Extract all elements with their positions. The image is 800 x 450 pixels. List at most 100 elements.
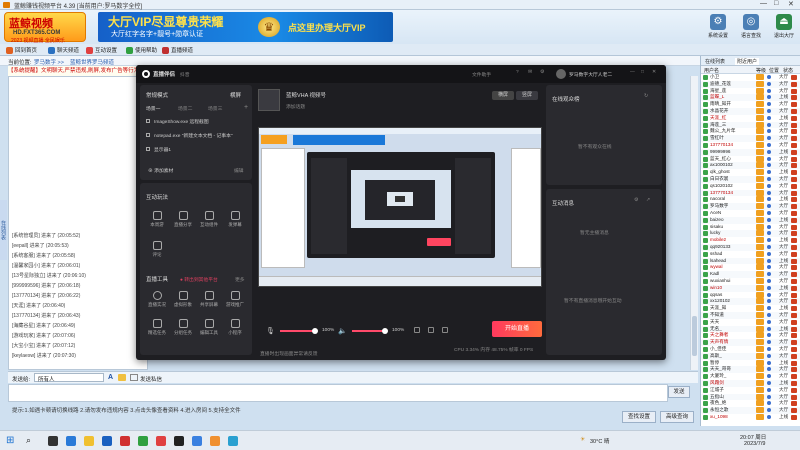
toolbar-chat[interactable]: 聊天频道 bbox=[48, 46, 79, 54]
add-topic-link[interactable]: 添加话题 bbox=[286, 103, 305, 110]
user-row[interactable]: wuxianhui 大厅 bbox=[701, 278, 800, 285]
tool-item[interactable]: 精选任务 bbox=[144, 319, 170, 336]
close-button[interactable]: ✕ bbox=[788, 0, 794, 8]
tool-item[interactable]: 本周游 bbox=[144, 211, 170, 228]
scene-tab-2[interactable]: 场景二 bbox=[178, 105, 192, 112]
user-row[interactable]: 天涯_知 上线 bbox=[701, 305, 800, 312]
banner-cta[interactable]: 点这里办理大厅VIP bbox=[288, 21, 366, 34]
user-row[interactable]: 小_佳佳 大厅 bbox=[701, 346, 800, 353]
speaker-volume-slider[interactable] bbox=[352, 330, 384, 332]
send-button[interactable]: 发送 bbox=[668, 386, 690, 398]
side-tab[interactable]: 在线列表 bbox=[0, 200, 7, 260]
user-row[interactable]: mobile2 上线 bbox=[701, 237, 800, 244]
maximize-icon[interactable]: □ bbox=[641, 70, 644, 75]
advanced-search-button[interactable]: 高级查询 bbox=[660, 411, 694, 423]
mic-icon[interactable]: 🎙 bbox=[266, 327, 275, 335]
user-row[interactable]: 迪德_花莲 大厅 bbox=[701, 80, 800, 88]
user-row[interactable]: qs1020102 大厅 bbox=[701, 182, 800, 190]
source-item[interactable]: 显示器1 bbox=[154, 146, 171, 153]
tool-item[interactable]: 直播分享 bbox=[170, 211, 196, 228]
chat-scrollbar[interactable] bbox=[690, 76, 698, 370]
user-row[interactable]: 99999996 上线 bbox=[701, 148, 800, 156]
tool-item[interactable]: 小程序 bbox=[222, 319, 248, 336]
breadcrumb-parent[interactable]: 罗马数字 >> bbox=[34, 58, 64, 66]
speaker-volume-knob[interactable] bbox=[382, 328, 388, 334]
app-icon-2[interactable] bbox=[120, 436, 130, 446]
search-icon[interactable]: ⌕ bbox=[26, 435, 31, 446]
app-icon-5[interactable] bbox=[174, 436, 184, 446]
user-row[interactable]: 江城子 大厅 bbox=[701, 386, 800, 394]
user-row[interactable]: Kadl 大厅 bbox=[701, 271, 800, 278]
app-icon-1[interactable] bbox=[102, 436, 112, 446]
tool-item[interactable]: 评论 bbox=[144, 241, 170, 258]
header-status[interactable]: 状态 bbox=[783, 67, 793, 74]
private-checkbox[interactable] bbox=[130, 374, 138, 381]
scene-tab-1[interactable]: 场景一 bbox=[146, 105, 160, 112]
clock-time[interactable]: 20:07 周日 bbox=[740, 433, 766, 441]
windows-start-icon[interactable]: ⊞ bbox=[6, 435, 14, 446]
tool-item[interactable]: 互动组件 bbox=[196, 211, 222, 228]
weather-text[interactable]: 30°C 晴 bbox=[590, 437, 609, 445]
user-row[interactable]: 高斯_ 大厅 bbox=[701, 352, 800, 360]
tool-item[interactable]: 共享屏幕 bbox=[196, 291, 222, 308]
mirror-icon[interactable] bbox=[442, 327, 448, 333]
expand-icon[interactable]: ↗ bbox=[646, 198, 650, 203]
folder-icon[interactable] bbox=[84, 436, 94, 446]
source-item[interactable]: ImageShow.exe 远程截图 bbox=[154, 118, 209, 125]
user-row[interactable]: xu_1098 上线 bbox=[701, 414, 800, 421]
app-icon-8[interactable] bbox=[228, 436, 238, 446]
tool-item[interactable]: 发弹幕 bbox=[222, 211, 248, 228]
add-source-button[interactable]: ⊕ 添加素材 bbox=[148, 167, 173, 174]
tool-item[interactable]: 虚拟形象 bbox=[170, 291, 196, 308]
user-row[interactable]: qlk_ghost 上线 bbox=[701, 169, 800, 176]
user-row[interactable]: 雪红叶 大厅 bbox=[701, 135, 800, 142]
toolbar-help[interactable]: 使用帮助 bbox=[126, 46, 157, 54]
user-row[interactable]: 白日衣裳 大厅 bbox=[701, 176, 800, 183]
user-row[interactable]: 137770134 大厅 bbox=[701, 142, 800, 149]
app-icon-4[interactable] bbox=[156, 436, 166, 446]
app-icon-3[interactable] bbox=[138, 436, 148, 446]
user-row[interactable]: 不知道 大厅 bbox=[701, 312, 800, 319]
tool-item[interactable]: 直播实况 bbox=[144, 291, 170, 308]
tool-item[interactable]: 游戏推广 bbox=[222, 291, 248, 308]
vip-banner[interactable]: 大厅VIP尽显尊贵荣耀 大厅红字名字+靓号+勋章认证 ♛ 点这里办理大厅VIP bbox=[98, 12, 393, 42]
settings-button[interactable]: ⚙ 系统设置 bbox=[704, 14, 732, 44]
stream-tools-more[interactable]: 更多 bbox=[235, 276, 245, 283]
font-button[interactable]: A bbox=[108, 374, 113, 381]
user-row[interactable]: 罗马数字 大厅 bbox=[701, 203, 800, 210]
mic-volume-knob[interactable] bbox=[312, 328, 318, 334]
toolbar-live[interactable]: 直播频道 bbox=[162, 46, 193, 54]
edit-button[interactable]: 编辑 bbox=[234, 167, 244, 174]
user-row[interactable]: 天天 大厅 bbox=[701, 318, 800, 326]
tool-item[interactable]: 分组任务 bbox=[170, 319, 196, 336]
user-row[interactable]: 水晶花开 大厅 bbox=[701, 108, 800, 115]
settings-small-icon[interactable]: ⚙ bbox=[634, 198, 638, 203]
settings-icon[interactable]: ⚙ bbox=[540, 70, 544, 75]
cover-thumbnail[interactable] bbox=[258, 89, 280, 111]
app-icon-7[interactable] bbox=[210, 436, 220, 446]
minimize-icon[interactable]: — bbox=[630, 70, 635, 75]
scrollbar-thumb[interactable] bbox=[692, 316, 697, 356]
start-live-button[interactable]: 开始直播 bbox=[492, 321, 542, 337]
user-row[interactable]: baizeo 上线 bbox=[701, 216, 800, 224]
user-row[interactable]: 风霜剑 上线 bbox=[701, 380, 800, 387]
user-row[interactable]: 雨晴_知开 大厅 bbox=[701, 101, 800, 108]
task-view-icon[interactable] bbox=[48, 436, 58, 446]
message-input[interactable] bbox=[8, 384, 668, 402]
user-row[interactable]: sshad 大厅 bbox=[701, 250, 800, 258]
camera-icon[interactable] bbox=[414, 327, 420, 333]
companion-username[interactable]: 罗马数字大厅人老二 bbox=[569, 71, 612, 78]
browser-icon[interactable] bbox=[66, 436, 76, 446]
weather-icon[interactable]: ☀ bbox=[580, 436, 585, 443]
app-icon-6[interactable] bbox=[192, 436, 202, 446]
language-button[interactable]: ◎ 语言查找 bbox=[737, 14, 765, 44]
user-row[interactable]: 天涯_红 上线 bbox=[701, 114, 800, 122]
stream-preview[interactable] bbox=[258, 127, 542, 287]
scene-tab-3[interactable]: 场景三 bbox=[208, 105, 222, 112]
mic-volume-slider[interactable] bbox=[280, 330, 314, 332]
user-row[interactable]: qq920133 大厅 bbox=[701, 244, 800, 251]
orientation-landscape[interactable]: 横屏 bbox=[492, 91, 514, 100]
user-row[interactable]: 大厦玲_ 大厅 bbox=[701, 373, 800, 380]
message-icon[interactable]: ✉ bbox=[528, 70, 532, 75]
tab-nearby[interactable]: 附近用户 bbox=[735, 58, 760, 65]
